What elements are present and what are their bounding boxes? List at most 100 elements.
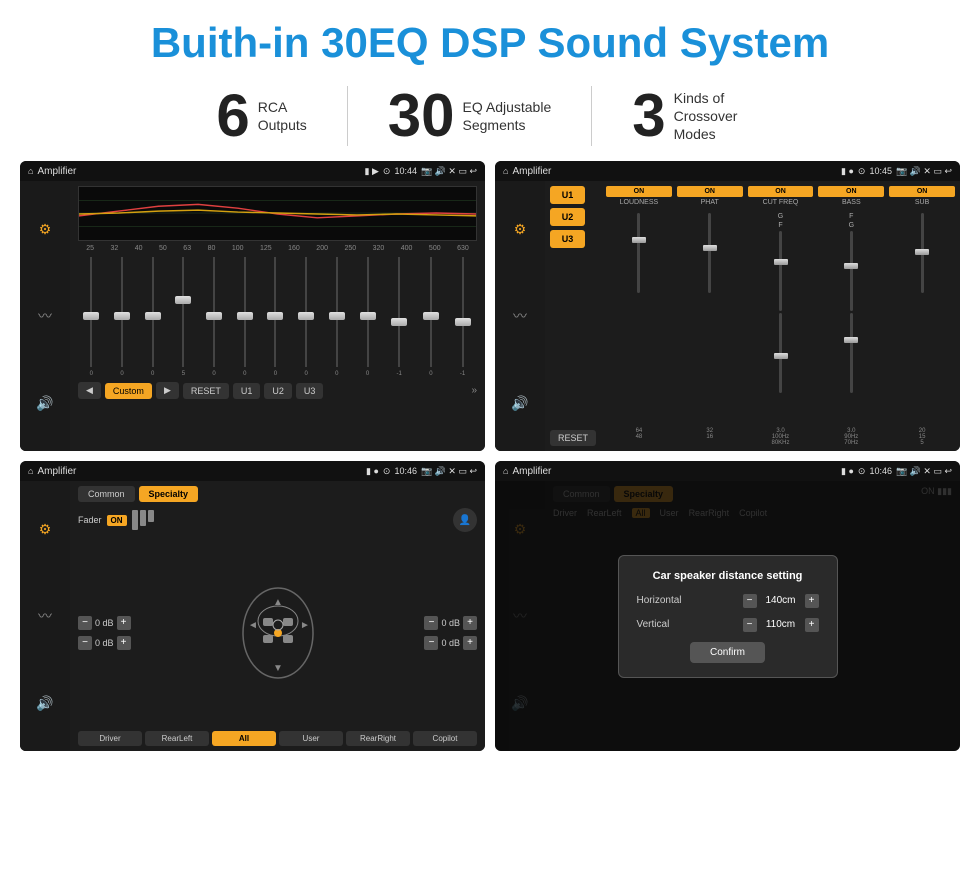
speaker-icon-2[interactable]: 🔊 <box>511 395 528 412</box>
ch-sub: ON SUB <box>889 186 955 209</box>
eq-left-panel: ⚙ 〰 🔊 <box>20 181 70 451</box>
right-rear-plus[interactable]: + <box>463 636 477 650</box>
vertical-minus[interactable]: − <box>743 618 757 632</box>
slider-125[interactable]: 0 <box>304 257 307 377</box>
cutfreq-on[interactable]: ON <box>748 186 814 197</box>
rearleft-btn[interactable]: RearLeft <box>145 731 209 746</box>
cutfreq-f-slider[interactable] <box>779 313 782 393</box>
preset-u2[interactable]: U2 <box>550 208 585 226</box>
sub-slider[interactable] <box>889 213 955 425</box>
right-front-plus[interactable]: + <box>463 616 477 630</box>
page-title: Buith-in 30EQ DSP Sound System <box>0 0 980 76</box>
location-icon-3: ⊙ <box>383 466 391 477</box>
left-front-plus[interactable]: + <box>117 616 131 630</box>
left-front-db: − 0 dB + <box>78 616 131 630</box>
horizontal-minus[interactable]: − <box>743 594 757 608</box>
eq-prev-btn[interactable]: ◀ <box>78 382 101 399</box>
status-bar-1: ⌂ Amplifier ▮ ▶ ⊙ 10:44 📷 🔊 ✕ ▭ ↩ <box>20 161 485 181</box>
wave-icon-2[interactable]: 〰 <box>513 306 527 326</box>
fader-on-btn[interactable]: ON <box>107 515 127 526</box>
eq-custom-btn[interactable]: Custom <box>105 383 152 399</box>
bass-f-slider[interactable] <box>850 231 853 311</box>
speaker-icon[interactable]: 🔊 <box>36 395 53 412</box>
horizontal-plus[interactable]: + <box>805 594 819 608</box>
speaker-icon-3[interactable]: 🔊 <box>36 695 53 712</box>
bass-g-slider[interactable] <box>850 313 853 393</box>
left-front-minus[interactable]: − <box>78 616 92 630</box>
status-bar-4: ⌂ Amplifier ▮ ● ⊙ 10:46 📷 🔊 ✕ ▭ ↩ <box>495 461 960 481</box>
driver-btn[interactable]: Driver <box>78 731 142 746</box>
eq-next-btn[interactable]: ▶ <box>156 382 179 399</box>
horizontal-row: Horizontal − 140cm + <box>637 594 819 608</box>
dialog-box: Car speaker distance setting Horizontal … <box>618 555 838 678</box>
common-tab[interactable]: Common <box>78 486 135 502</box>
slider-100[interactable]: 0 <box>274 257 277 377</box>
slider-400[interactable]: -1 <box>460 257 465 377</box>
right-front-db: − 0 dB + <box>424 616 477 630</box>
sub-label: SUB <box>889 199 955 206</box>
reset-btn-2[interactable]: RESET <box>550 430 596 446</box>
slider-40[interactable]: 0 <box>151 257 154 377</box>
fader-sliders <box>132 510 154 530</box>
eq-icon-3[interactable]: ⚙ <box>39 521 52 538</box>
slider-80[interactable]: 0 <box>243 257 246 377</box>
slider-250[interactable]: -1 <box>397 257 402 377</box>
preset-u3[interactable]: U3 <box>550 230 585 248</box>
eq-u1-btn[interactable]: U1 <box>233 383 261 399</box>
bottom-btns: Driver RearLeft All User RearRight Copil… <box>78 731 477 746</box>
vertical-plus[interactable]: + <box>805 618 819 632</box>
stat-crossover: 3 Kinds ofCrossover Modes <box>592 86 803 146</box>
phat-slider[interactable] <box>677 213 743 425</box>
all-btn[interactable]: All <box>212 731 276 746</box>
vertical-val: 110cm <box>761 619 801 630</box>
fader-bar-1 <box>132 510 138 530</box>
stats-row: 6 RCAOutputs 30 EQ AdjustableSegments 3 … <box>0 76 980 161</box>
channel-headers: ON LOUDNESS ON PHAT ON CUT FREQ <box>606 186 955 209</box>
eq-main-content: 253240506380100125160200250320400500630 … <box>70 181 485 451</box>
wave-icon[interactable]: 〰 <box>38 306 52 326</box>
car-diagram: ◄ ► ▲ ▼ <box>213 583 343 683</box>
time-1: 10:44 <box>394 166 417 176</box>
slider-32[interactable]: 0 <box>120 257 123 377</box>
eq-u3-btn[interactable]: U3 <box>296 383 324 399</box>
eq-sliders: 0 0 0 5 0 0 0 0 0 0 -1 0 -1 <box>78 257 477 377</box>
person-icon[interactable]: 👤 <box>453 508 477 532</box>
right-rear-minus[interactable]: − <box>424 636 438 650</box>
copilot-btn[interactable]: Copilot <box>413 731 477 746</box>
amp2-left-panel: ⚙ 〰 🔊 <box>495 181 545 451</box>
rearright-btn[interactable]: RearRight <box>346 731 410 746</box>
cutfreq-g-slider[interactable] <box>779 231 782 311</box>
right-front-minus[interactable]: − <box>424 616 438 630</box>
eq-screen-content: ⚙ 〰 🔊 <box>20 181 485 451</box>
bass-on[interactable]: ON <box>818 186 884 197</box>
amp2-content: ⚙ 〰 🔊 U1 U2 U3 RESET O <box>495 181 960 451</box>
wave-icon-3[interactable]: 〰 <box>38 606 52 626</box>
loudness-slider[interactable] <box>606 213 672 425</box>
slider-63[interactable]: 0 <box>212 257 215 377</box>
horizontal-control: − 140cm + <box>743 594 819 608</box>
confirm-button[interactable]: Confirm <box>690 642 765 663</box>
extra-icons-2: 📷 🔊 ✕ ▭ ↩ <box>896 166 952 177</box>
slider-160[interactable]: 0 <box>335 257 338 377</box>
eq-icon-2[interactable]: ⚙ <box>514 221 527 238</box>
preset-u1[interactable]: U1 <box>550 186 585 204</box>
time-3: 10:46 <box>394 466 417 476</box>
slider-50[interactable]: 5 <box>182 257 185 377</box>
user-btn[interactable]: User <box>279 731 343 746</box>
slider-320[interactable]: 0 <box>429 257 432 377</box>
cross-left-panel: ⚙ 〰 🔊 <box>20 481 70 751</box>
amp2-main: U1 U2 U3 RESET ON LOUDNESS <box>545 181 960 451</box>
vertical-row: Vertical − 110cm + <box>637 618 819 632</box>
specialty-tab[interactable]: Specialty <box>139 486 199 502</box>
eq-reset-btn[interactable]: RESET <box>183 383 229 399</box>
slider-200[interactable]: 0 <box>366 257 369 377</box>
eq-u2-btn[interactable]: U2 <box>264 383 292 399</box>
phat-on[interactable]: ON <box>677 186 743 197</box>
left-rear-minus[interactable]: − <box>78 636 92 650</box>
loudness-on[interactable]: ON <box>606 186 672 197</box>
slider-25[interactable]: 0 <box>90 257 93 377</box>
left-rear-plus[interactable]: + <box>117 636 131 650</box>
sub-on[interactable]: ON <box>889 186 955 197</box>
eq-icon[interactable]: ⚙ <box>39 221 52 238</box>
home-icon-3: ⌂ <box>28 466 33 476</box>
